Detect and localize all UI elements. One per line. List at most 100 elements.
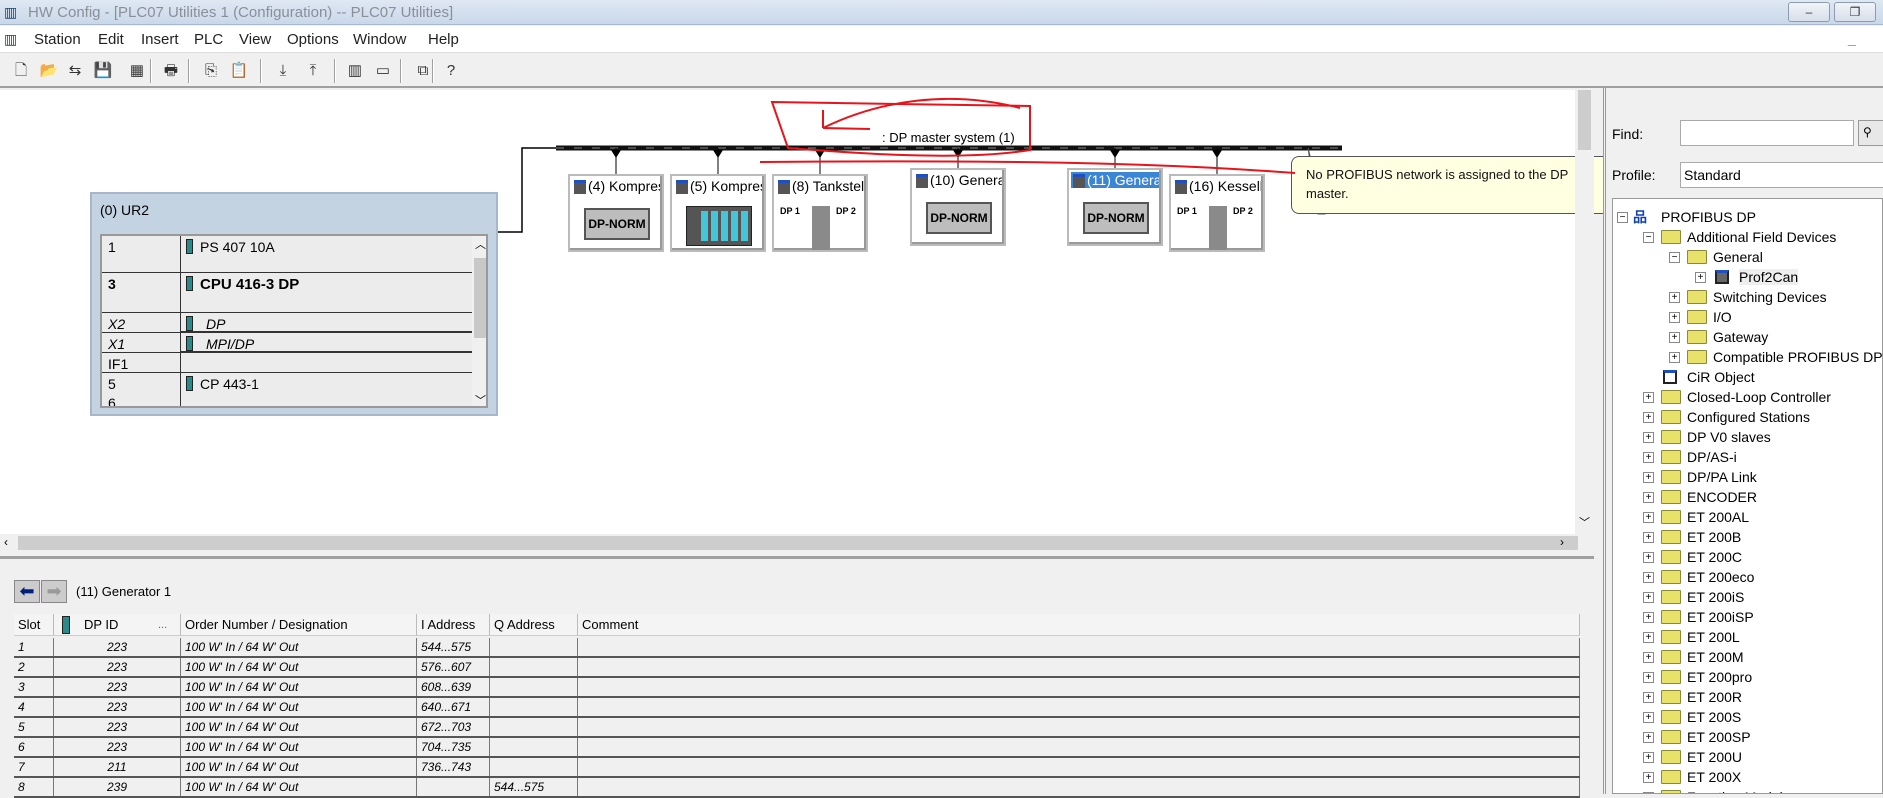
save-compile-icon[interactable]: ▦ [126,60,148,82]
dp-slave-3[interactable]: (10) GeneratorDP-NORM [910,168,1006,246]
paste-icon[interactable]: 📋 [228,60,250,82]
expander-plus-icon[interactable]: + [1643,612,1654,623]
copy-icon[interactable]: ⎘ [200,60,222,82]
tree-node[interactable]: + ET 200X [1613,767,1882,787]
table-row[interactable]: 1 223 100 W' In / 64 W' Out 544...575 [14,638,1580,658]
tree-node[interactable]: + ET 200iSP [1613,607,1882,627]
menu-help[interactable]: Help [428,31,459,48]
tree-node[interactable]: + ET 200eco [1613,567,1882,587]
expander-plus-icon[interactable]: + [1669,292,1680,303]
tree-node[interactable]: + Compatible PROFIBUS DP Slaves [1613,347,1882,367]
tree-node[interactable]: − General [1613,247,1882,267]
menu-station[interactable]: Station [34,31,81,48]
tree-node[interactable]: + ENCODER [1613,487,1882,507]
tree-node[interactable]: + Closed-Loop Controller [1613,387,1882,407]
table-row[interactable]: 4 223 100 W' In / 64 W' Out 640...671 [14,698,1580,718]
tree-node[interactable]: + ET 200SP [1613,727,1882,747]
download-icon[interactable]: ⤓ [272,60,294,82]
tree-node[interactable]: + ET 200B [1613,527,1882,547]
column-header-q-address[interactable]: Q Address [490,614,578,636]
expander-plus-icon[interactable]: + [1643,512,1654,523]
expander-plus-icon[interactable]: + [1669,332,1680,343]
expander-plus-icon[interactable]: + [1643,432,1654,443]
table-row[interactable]: 8 239 100 W' In / 64 W' Out 544...575 [14,778,1580,798]
tree-node[interactable]: +Function Modules [1613,787,1882,793]
expander-plus-icon[interactable]: + [1643,592,1654,603]
tree-node[interactable]: + Gateway [1613,327,1882,347]
expander-plus-icon[interactable]: + [1643,452,1654,463]
tree-node[interactable]: − 品 PROFIBUS DP [1613,207,1882,227]
tree-node[interactable]: + DP/PA Link [1613,467,1882,487]
expander-plus-icon[interactable]: + [1643,772,1654,783]
dp-slave-0[interactable]: (4) KompressorDP-NORM [568,174,664,252]
table-row[interactable]: 6 223 100 W' In / 64 W' Out 704...735 [14,738,1580,758]
tree-node[interactable]: + ET 200M [1613,647,1882,667]
child-minimize-button[interactable]: _ [1848,30,1856,46]
expander-plus-icon[interactable]: + [1669,352,1680,363]
tree-node[interactable]: + ET 200U [1613,747,1882,767]
netpro-icon[interactable]: ⧉ [412,60,434,82]
menu-window[interactable]: Window [353,31,406,48]
expander-minus-icon[interactable]: − [1617,212,1628,223]
menu-view[interactable]: View [239,31,271,48]
expander-plus-icon[interactable]: + [1643,632,1654,643]
profile-select[interactable]: Standard [1680,162,1883,188]
expander-plus-icon[interactable]: + [1695,272,1706,283]
workspace-hscroll[interactable]: ‹ › [0,534,1594,552]
tree-node[interactable]: + DP/AS-i [1613,447,1882,467]
expander-plus-icon[interactable]: + [1643,532,1654,543]
tree-node[interactable]: CiR Object [1613,367,1882,387]
expander-plus-icon[interactable]: + [1643,492,1654,503]
table-row[interactable]: 5 223 100 W' In / 64 W' Out 672...703 [14,718,1580,738]
forward-arrow-icon[interactable]: ➡ [41,580,67,603]
column-header-i-address[interactable]: I Address [417,614,490,636]
menu-options[interactable]: Options [287,31,339,48]
table-row[interactable]: 7 211 100 W' In / 64 W' Out 736...743 [14,758,1580,778]
tree-node[interactable]: + Switching Devices [1613,287,1882,307]
find-binoculars-icon[interactable]: ⚲ [1858,120,1883,146]
expander-plus-icon[interactable]: + [1643,412,1654,423]
tree-node[interactable]: + ET 200R [1613,687,1882,707]
workspace-vscroll[interactable]: ﹀ [1575,90,1594,534]
dp-slave-1[interactable]: (5) Kompressor [670,174,766,252]
minimize-button[interactable]: – [1788,2,1830,22]
tree-node[interactable]: − Additional Field Devices [1613,227,1882,247]
expander-minus-icon[interactable]: − [1643,232,1654,243]
scroll-left-icon[interactable]: ‹ [4,535,8,549]
help-icon[interactable]: ? [440,60,462,82]
expander-plus-icon[interactable]: + [1643,672,1654,683]
catalog-icon[interactable]: ▥ [344,60,366,82]
expander-plus-icon[interactable]: + [1643,552,1654,563]
dp-slave-4[interactable]: (11) GeneratorDP-NORM [1067,168,1163,246]
upload-icon[interactable]: ⤒ [302,60,324,82]
tree-node[interactable]: + Prof2Can [1613,267,1882,287]
hscroll-thumb[interactable] [18,536,1578,550]
expander-plus-icon[interactable]: + [1643,692,1654,703]
back-arrow-icon[interactable]: ⬅ [14,580,40,603]
table-row[interactable]: 3 223 100 W' In / 64 W' Out 608...639 [14,678,1580,698]
tree-node[interactable]: + I/O [1613,307,1882,327]
table-row[interactable]: 2 223 100 W' In / 64 W' Out 576...607 [14,658,1580,678]
column-header-order-number-designation[interactable]: Order Number / Designation [181,614,417,636]
expander-plus-icon[interactable]: + [1643,752,1654,763]
expander-plus-icon[interactable]: + [1643,712,1654,723]
restore-button[interactable]: ❐ [1834,2,1876,22]
expander-plus-icon[interactable]: + [1643,652,1654,663]
tree-node[interactable]: + ET 200AL [1613,507,1882,527]
column-header-comment[interactable]: Comment [578,614,1580,636]
menu-plc[interactable]: PLC [194,31,223,48]
tree-node[interactable]: + ET 200S [1613,707,1882,727]
menu-insert[interactable]: Insert [141,31,179,48]
menu-edit[interactable]: Edit [98,31,124,48]
find-input[interactable] [1680,120,1854,146]
save-icon[interactable]: 💾 [92,60,114,82]
expander-plus-icon[interactable]: + [1643,392,1654,403]
tree-node[interactable]: + ET 200L [1613,627,1882,647]
scroll-down-icon[interactable]: ﹀ [1579,514,1590,530]
vscroll-thumb[interactable] [1578,90,1591,150]
column-header-slot[interactable]: Slot [14,614,54,636]
print-icon[interactable]: 🖶 [160,60,182,82]
dp-slave-5[interactable]: (16) KesselhausDP 1DP 2 [1169,174,1265,252]
expander-plus-icon[interactable]: + [1669,312,1680,323]
expander-plus-icon[interactable]: + [1643,732,1654,743]
